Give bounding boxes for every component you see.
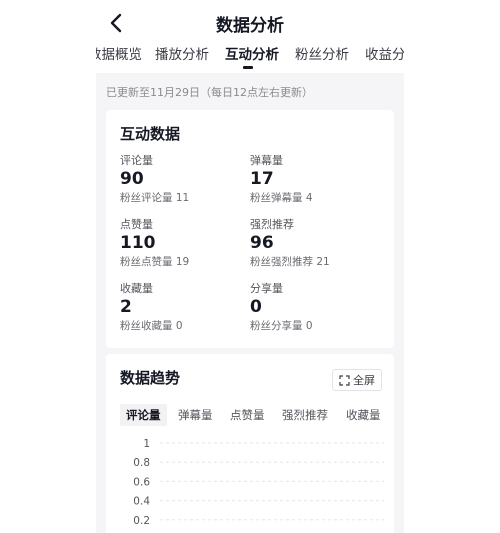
metric-label: 点赞量 — [120, 218, 153, 231]
metric-sub: 粉丝点赞量 19 — [120, 256, 190, 268]
metric-tab-favorites[interactable]: 收藏量 — [346, 404, 381, 426]
metric-label: 弹幕量 — [250, 154, 283, 167]
y-tick-label: 0.2 — [133, 515, 150, 527]
metric-sub: 粉丝分享量 0 — [250, 320, 313, 332]
metric-tab-danmaku[interactable]: 弹幕量 — [178, 404, 213, 426]
metric-value: 2 — [120, 297, 132, 317]
tab-fans[interactable]: 粉丝分析 — [295, 43, 349, 63]
trend-title: 数据趋势 — [120, 369, 181, 387]
metric-favorites: 收藏量 2 粉丝收藏量 0 — [120, 282, 250, 333]
update-note: 已更新至11月29日（每日12点左右更新） — [106, 86, 313, 99]
metric-comments: 评论量 90 粉丝评论量 11 — [120, 154, 250, 205]
metric-sub: 粉丝评论量 11 — [120, 192, 190, 204]
fullscreen-icon — [339, 374, 350, 386]
metric-tab-comments[interactable]: 评论量 — [120, 404, 167, 426]
interaction-title: 互动数据 — [120, 125, 181, 143]
metric-label: 评论量 — [120, 154, 153, 167]
tab-overview[interactable]: 数据概览 — [96, 43, 142, 63]
y-tick-label: 0.4 — [133, 496, 150, 508]
metric-value: 96 — [250, 233, 274, 253]
fullscreen-button[interactable]: 全屏 — [332, 369, 382, 391]
active-tab-indicator — [243, 66, 253, 69]
y-tick-label: 0.8 — [133, 457, 150, 469]
metric-tab-likes[interactable]: 点赞量 — [230, 404, 265, 426]
y-tick-label: 0.6 — [133, 476, 150, 488]
metric-value: 110 — [120, 233, 156, 253]
metric-tab-recommend[interactable]: 强烈推荐 — [282, 404, 328, 426]
metric-label: 收藏量 — [120, 282, 153, 295]
tab-revenue[interactable]: 收益分析 — [365, 43, 404, 63]
metric-danmaku: 弹幕量 17 粉丝弹幕量 4 — [250, 154, 380, 205]
metric-recommend: 强烈推荐 96 粉丝强烈推荐 21 — [250, 218, 380, 269]
interaction-card: 互动数据 评论量 90 粉丝评论量 11 弹幕量 17 粉丝弹幕量 4 点赞量 … — [106, 110, 394, 348]
metric-label: 分享量 — [250, 282, 283, 295]
metric-value: 90 — [120, 169, 144, 189]
metric-value: 0 — [250, 297, 262, 317]
trend-card: 数据趋势 全屏 评论量 弹幕量 点赞量 强烈推荐 收藏量 1 0.8 0.6 0.4 0… — [106, 354, 394, 533]
y-tick-label: 1 — [143, 438, 150, 450]
page-title: 数据分析 — [216, 16, 284, 36]
tab-playback[interactable]: 播放分析 — [155, 43, 209, 63]
metric-sub: 粉丝收藏量 0 — [120, 320, 183, 332]
metric-likes: 点赞量 110 粉丝点赞量 19 — [120, 218, 250, 269]
metric-sub: 粉丝弹幕量 4 — [250, 192, 313, 204]
tab-interaction[interactable]: 互动分析 — [225, 43, 279, 63]
metric-label: 强烈推荐 — [250, 218, 294, 231]
trend-chart: 1 0.8 0.6 0.4 0.2 — [133, 438, 384, 527]
metric-sub: 粉丝强烈推荐 21 — [250, 256, 330, 268]
metric-value: 17 — [250, 169, 274, 189]
metric-shares: 分享量 0 粉丝分享量 0 — [250, 282, 380, 333]
fullscreen-label: 全屏 — [353, 374, 375, 387]
content-area: 已更新至11月29日（每日12点左右更新） 互动数据 评论量 90 粉丝评论量 … — [96, 73, 404, 533]
